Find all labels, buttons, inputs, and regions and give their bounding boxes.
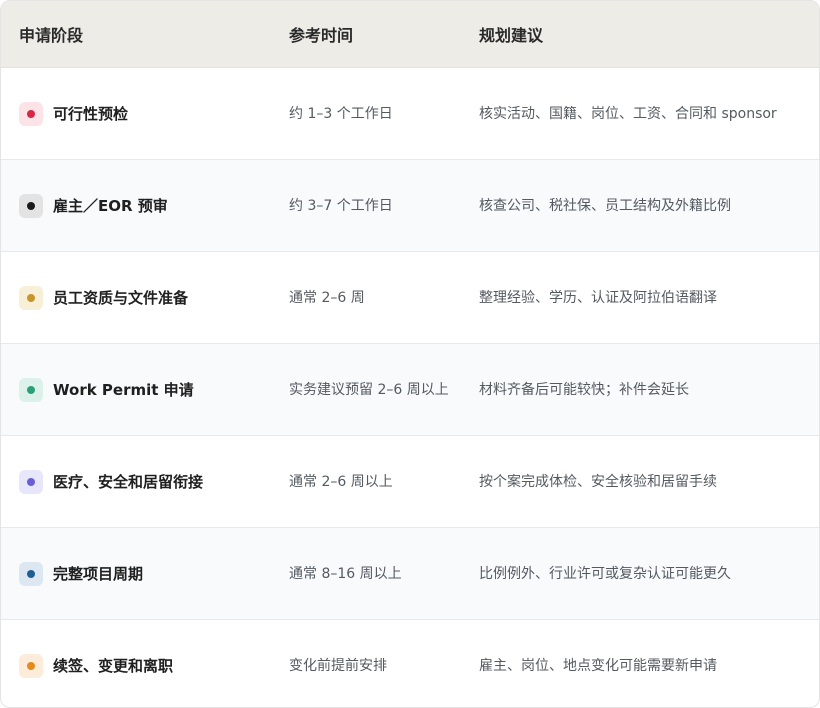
- time-cell: 约 1–3 个工作日: [289, 105, 393, 122]
- time-cell: 通常 2–6 周: [289, 289, 365, 306]
- phase-label: 医疗、安全和居留衔接: [53, 473, 204, 491]
- phase-label: 续签、变更和离职: [53, 657, 174, 675]
- status-dot-badge: [19, 561, 43, 586]
- advice-cell: 雇主、岗位、地点变化可能需要新申请: [479, 657, 717, 674]
- table-header: 申请阶段 参考时间 规划建议: [1, 1, 819, 68]
- status-dot-icon: [27, 201, 35, 210]
- table-row: 可行性预检 约 1–3 个工作日 核实活动、国籍、岗位、工资、合同和 sponsor: [1, 68, 819, 160]
- table-row: 医疗、安全和居留衔接 通常 2–6 周以上 按个案完成体检、安全核验和居留手续: [1, 436, 819, 528]
- table-body: 可行性预检 约 1–3 个工作日 核实活动、国籍、岗位、工资、合同和 sponsor…: [1, 68, 819, 707]
- status-dot-badge: [19, 653, 43, 678]
- table-row: 雇主／EOR 预审 约 3–7 个工作日 核查公司、税社保、员工结构及外籍比例: [1, 160, 819, 252]
- status-dot-badge: [19, 469, 43, 494]
- time-cell: 通常 2–6 周以上: [289, 473, 393, 490]
- status-dot-badge: [19, 101, 43, 126]
- header-advice: 规划建议: [479, 26, 544, 45]
- advice-cell: 核实活动、国籍、岗位、工资、合同和 sponsor: [479, 105, 777, 122]
- table-row: 完整项目周期 通常 8–16 周以上 比例例外、行业许可或复杂认证可能更久: [1, 528, 819, 620]
- advice-cell: 按个案完成体检、安全核验和居留手续: [479, 473, 717, 490]
- status-dot-badge: [19, 377, 43, 402]
- phase-cell: 完整项目周期: [19, 528, 143, 619]
- time-cell: 实务建议预留 2–6 周以上: [289, 381, 449, 398]
- phase-cell: 员工资质与文件准备: [19, 252, 188, 343]
- time-cell: 约 3–7 个工作日: [289, 197, 393, 214]
- status-dot-badge: [19, 285, 43, 310]
- timeline-table: 申请阶段 参考时间 规划建议 可行性预检 约 1–3 个工作日 核实活动、国籍、岗位…: [0, 0, 820, 708]
- status-dot-icon: [27, 109, 35, 118]
- status-dot-icon: [27, 293, 35, 302]
- status-dot-icon: [27, 385, 35, 394]
- phase-cell: 雇主／EOR 预审: [19, 160, 168, 251]
- header-phase: 申请阶段: [19, 26, 84, 45]
- status-dot-icon: [27, 477, 35, 486]
- advice-cell: 整理经验、学历、认证及阿拉伯语翻译: [479, 289, 717, 306]
- phase-cell: Work Permit 申请: [19, 344, 194, 435]
- status-dot-icon: [27, 569, 35, 578]
- phase-cell: 续签、变更和离职: [19, 620, 174, 707]
- table-row: 续签、变更和离职 变化前提前安排 雇主、岗位、地点变化可能需要新申请: [1, 620, 819, 707]
- phase-label: 可行性预检: [53, 105, 129, 123]
- time-cell: 通常 8–16 周以上: [289, 565, 402, 582]
- phase-label: 员工资质与文件准备: [53, 289, 189, 307]
- phase-cell: 可行性预检: [19, 68, 128, 159]
- table-row: Work Permit 申请 实务建议预留 2–6 周以上 材料齐备后可能较快；补件…: [1, 344, 819, 436]
- advice-cell: 比例例外、行业许可或复杂认证可能更久: [479, 565, 731, 582]
- status-dot-badge: [19, 193, 43, 218]
- phase-label: Work Permit 申请: [53, 381, 194, 399]
- advice-cell: 核查公司、税社保、员工结构及外籍比例: [479, 197, 731, 214]
- table-row: 员工资质与文件准备 通常 2–6 周 整理经验、学历、认证及阿拉伯语翻译: [1, 252, 819, 344]
- status-dot-icon: [27, 661, 35, 670]
- phase-cell: 医疗、安全和居留衔接: [19, 436, 203, 527]
- phase-label: 完整项目周期: [53, 565, 144, 583]
- phase-label: 雇主／EOR 预审: [53, 197, 168, 215]
- time-cell: 变化前提前安排: [289, 657, 387, 674]
- header-time: 参考时间: [289, 26, 354, 45]
- advice-cell: 材料齐备后可能较快；补件会延长: [479, 381, 689, 398]
